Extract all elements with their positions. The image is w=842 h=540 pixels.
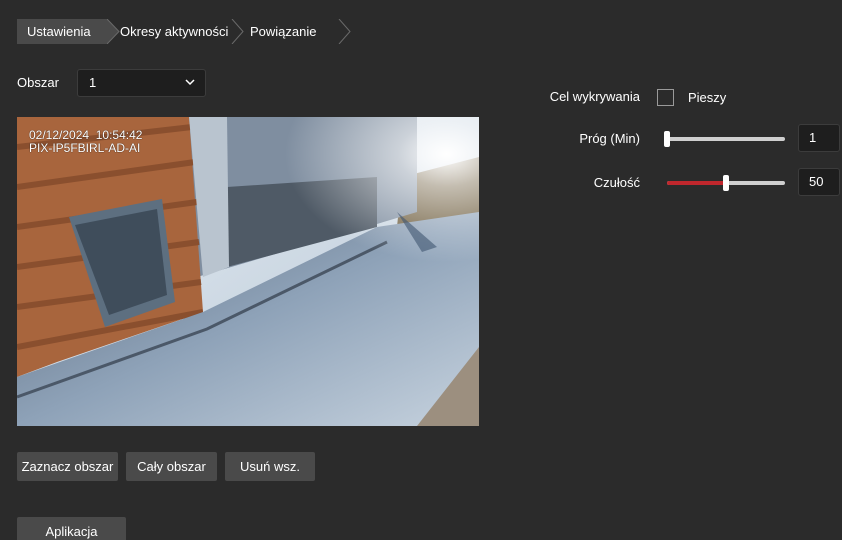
sensitivity-label: Czułość [593,175,640,190]
apply-button[interactable]: Aplikacja [17,517,126,540]
sensitivity-slider-thumb[interactable] [723,175,729,191]
pedestrian-label: Pieszy [688,90,727,105]
mark-area-button[interactable]: Zaznacz obszar [17,452,118,481]
tab-activity-periods[interactable]: Okresy aktywności [107,19,237,44]
tab-linkage[interactable]: Powiązanie [237,19,344,44]
detection-target-label: Cel wykrywania [549,89,640,104]
video-osd: 02/12/2024 10:54:42 PIX-IP5FBIRL-AD-AI [29,129,142,155]
video-preview[interactable]: 02/12/2024 10:54:42 PIX-IP5FBIRL-AD-AI [17,117,479,426]
threshold-input[interactable]: 1 [798,124,840,152]
tab-settings[interactable]: Ustawienia [17,19,107,44]
pedestrian-checkbox[interactable] [657,89,674,106]
threshold-slider-track [664,137,785,141]
threshold-slider[interactable] [664,131,785,147]
area-label: Obszar [17,75,59,90]
chevron-down-icon [185,79,195,86]
threshold-slider-thumb[interactable] [664,131,670,147]
full-area-button[interactable]: Cały obszar [126,452,217,481]
tab-bar: Ustawienia Okresy aktywności Powiązanie [17,19,351,44]
video-camera-name: PIX-IP5FBIRL-AD-AI [29,141,141,155]
sensitivity-slider[interactable] [667,175,785,191]
tab-linkage-label: Powiązanie [250,24,317,39]
clear-all-button[interactable]: Usuń wsz. [225,452,315,481]
camera-image [17,117,479,426]
area-select[interactable]: 1 [77,69,206,97]
sensitivity-input[interactable]: 50 [798,168,840,196]
tab-settings-label: Ustawienia [27,24,91,39]
area-select-value: 1 [89,75,97,90]
threshold-label: Próg (Min) [579,131,640,146]
tab-activity-periods-label: Okresy aktywności [120,24,229,39]
sensitivity-slider-fill [667,181,726,185]
